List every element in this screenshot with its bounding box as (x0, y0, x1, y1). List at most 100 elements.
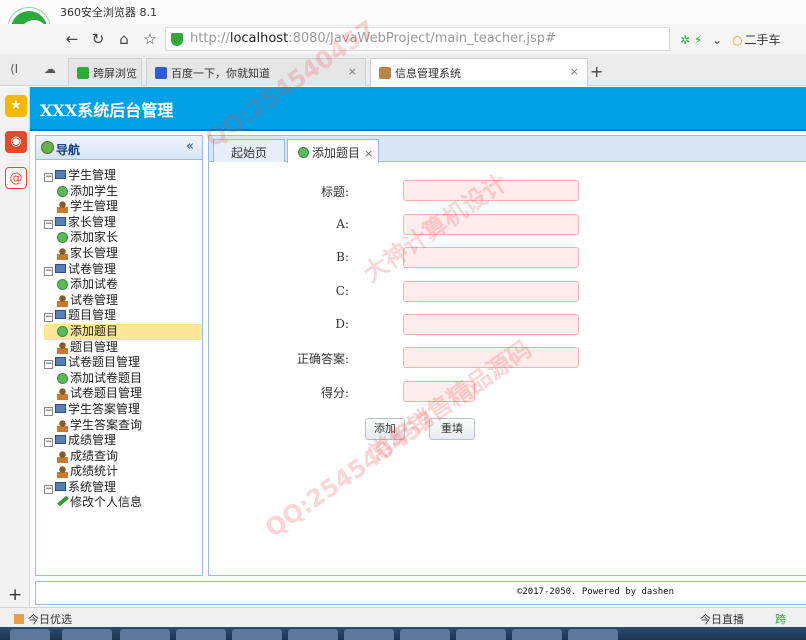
cloud-icon[interactable]: ☁ (44, 62, 56, 76)
refresh-icon[interactable]: ↻ (88, 29, 108, 49)
url-input[interactable]: http://localhost:8080/JavaWebProject/mai… (165, 27, 670, 51)
search-hint[interactable]: 二手车 (745, 33, 781, 47)
add-icon (57, 232, 68, 244)
taskbar-item[interactable] (456, 629, 506, 640)
form-label: A: (336, 217, 349, 231)
status-cross[interactable]: 跨 (775, 611, 786, 627)
reset-button[interactable]: 重填 (429, 418, 475, 440)
mail-icon[interactable]: @ (5, 167, 27, 189)
tree-group-label: 试卷管理 (68, 261, 117, 276)
folder-monitor-icon (55, 310, 66, 320)
tree-item[interactable]: 学生答案查询 (44, 418, 202, 434)
tree-group-label: 系统管理 (68, 479, 117, 494)
collapse-toggle-icon[interactable]: − (44, 438, 53, 448)
collapse-icon[interactable]: « (186, 139, 194, 154)
tree-group-label: 成绩管理 (68, 433, 117, 448)
tree-item[interactable]: 添加学生 (44, 184, 202, 200)
taskbar-item[interactable] (232, 629, 282, 640)
home-icon[interactable]: ⌂ (114, 29, 134, 49)
search-icon[interactable]: ○ (732, 33, 742, 47)
tree-item[interactable]: 家长管理 (44, 246, 202, 262)
os-taskbar (0, 627, 806, 640)
form-input[interactable] (403, 214, 579, 235)
status-today-picks[interactable]: 今日优选 (14, 611, 72, 627)
tree-item-label: 学生管理 (70, 199, 119, 214)
collapse-toggle-icon[interactable]: − (44, 266, 53, 276)
tree-item[interactable]: 添加家长 (44, 230, 202, 246)
tree-group[interactable]: − 学生管理 (44, 168, 202, 184)
browser-tab-baidu[interactable]: 百度一下，你就知道 × (146, 58, 366, 86)
back-arrow-icon[interactable]: ← (62, 29, 82, 49)
tree-item[interactable]: 试卷题目管理 (44, 386, 202, 402)
form-input[interactable] (403, 247, 579, 268)
browser-side-rail: ★ ◉ @ (0, 87, 30, 607)
taskbar-item[interactable] (568, 629, 618, 640)
gear-icon[interactable]: ✲ (680, 33, 690, 47)
weibo-icon[interactable]: ◉ (5, 131, 27, 153)
status-live[interactable]: 今日直播 (700, 611, 744, 627)
user-icon (57, 294, 68, 307)
collapse-toggle-icon[interactable]: − (44, 313, 53, 323)
form-input[interactable] (403, 381, 475, 402)
taskbar-item[interactable] (10, 629, 50, 640)
close-tab-icon[interactable]: × (570, 65, 579, 78)
tree-group[interactable]: − 试卷题目管理 (44, 355, 202, 371)
tree-item[interactable]: 成绩统计 (44, 464, 202, 480)
shield-icon (171, 33, 183, 46)
add-icon (57, 279, 68, 291)
form-input[interactable] (403, 180, 579, 201)
tree-group[interactable]: − 学生答案管理 (44, 402, 202, 418)
taskbar-item[interactable] (400, 629, 450, 640)
user-icon (57, 466, 68, 479)
taskbar-item[interactable] (344, 629, 394, 640)
tab-add-question[interactable]: 添加题目 × (287, 139, 379, 163)
tree-group-label: 题目管理 (68, 308, 117, 323)
favorites-star-icon[interactable]: ★ (5, 95, 27, 117)
add-panel-icon[interactable]: + (8, 585, 22, 605)
new-tab-icon[interactable]: + (590, 62, 603, 81)
tree-item[interactable]: 添加试卷题目 (44, 371, 202, 387)
browser-tab-info-system[interactable]: 信息管理系统 × (370, 58, 588, 87)
close-tab-icon[interactable]: × (364, 147, 373, 160)
tab-start-page[interactable]: 起始页 (213, 139, 285, 162)
tree-group[interactable]: − 系统管理 (44, 480, 202, 496)
collapse-toggle-icon[interactable]: − (44, 360, 53, 370)
form-label: 正确答案: (296, 352, 349, 366)
collapse-toggle-icon[interactable]: − (44, 219, 53, 229)
form-input[interactable] (403, 314, 579, 335)
tree-group[interactable]: − 题目管理 (44, 308, 202, 324)
panel-tabbar: 起始页 添加题目 × (209, 136, 806, 163)
collapse-toggle-icon[interactable]: − (44, 173, 53, 182)
tree-item[interactable]: 试卷管理 (44, 293, 202, 309)
browser-tab-cross-screen[interactable]: 跨屏浏览 (68, 58, 142, 86)
taskbar-item[interactable] (512, 629, 562, 640)
taskbar-item[interactable] (62, 629, 112, 640)
submit-button[interactable]: 添加 (365, 418, 405, 440)
sidebar-toggle-icon[interactable]: ⟨I (10, 62, 18, 76)
taskbar-item[interactable] (176, 629, 226, 640)
tree-group[interactable]: − 试卷管理 (44, 262, 202, 278)
taskbar-item[interactable] (288, 629, 338, 640)
chevron-down-icon[interactable]: ⌄ (712, 33, 722, 47)
form-input[interactable] (403, 281, 579, 302)
collapse-toggle-icon[interactable]: − (44, 406, 53, 416)
tree-item[interactable]: 修改个人信息 (44, 495, 202, 511)
collapse-toggle-icon[interactable]: − (44, 484, 53, 494)
tree-item[interactable]: 添加试卷 (44, 277, 202, 293)
user-icon (57, 247, 68, 260)
tree-group[interactable]: − 成绩管理 (44, 433, 202, 449)
app-header: XXX系统后台管理 (30, 87, 806, 131)
lightning-icon[interactable]: ⚡ (694, 33, 702, 47)
form-input[interactable] (403, 347, 579, 368)
tree-item[interactable]: 题目管理 (44, 340, 202, 356)
tree-item[interactable]: 成绩查询 (44, 449, 202, 465)
taskbar-item[interactable] (120, 629, 170, 640)
form-label: D: (335, 317, 349, 331)
tree-item[interactable]: 学生管理 (44, 199, 202, 215)
add-icon (298, 147, 309, 158)
tree-group[interactable]: − 家长管理 (44, 215, 202, 231)
tree-item[interactable]: 添加题目 (44, 323, 202, 340)
close-tab-icon[interactable]: × (348, 65, 357, 78)
star-icon[interactable]: ☆ (140, 29, 160, 49)
pencil-icon (57, 496, 69, 507)
